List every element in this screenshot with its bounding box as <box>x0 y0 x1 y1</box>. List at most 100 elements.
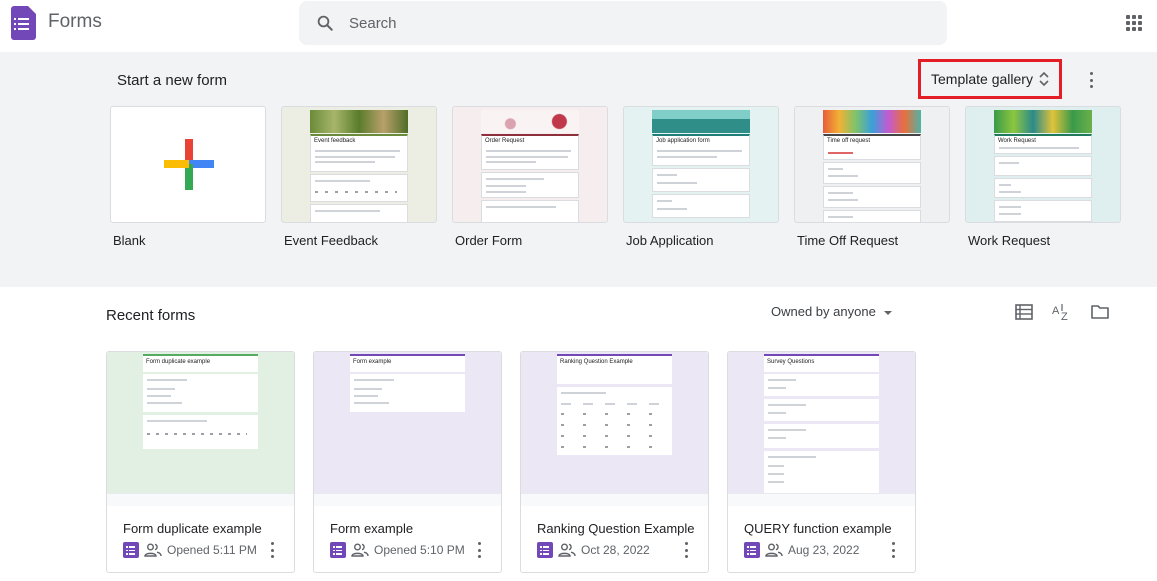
form-preview: Form duplicate example <box>143 354 258 493</box>
template-blank[interactable]: Blank <box>110 106 266 248</box>
form-more-options-icon[interactable] <box>271 542 275 558</box>
template-label: Work Request <box>968 233 1051 248</box>
list-view-icon[interactable] <box>1014 302 1034 322</box>
unfold-icon <box>1039 71 1049 87</box>
form-meta: Oct 28, 2022 <box>537 541 650 559</box>
form-more-options-icon[interactable] <box>478 542 482 558</box>
template-thumbnail[interactable]: Work Request <box>965 106 1121 223</box>
template-label: Blank <box>113 233 146 248</box>
thumbnail-footer <box>314 493 501 506</box>
last-opened: Aug 23, 2022 <box>788 543 860 557</box>
preview-question <box>143 374 258 412</box>
form-thumbnail[interactable]: Survey Questions <box>728 352 915 495</box>
shared-people-icon <box>144 543 162 557</box>
form-meta: Opened 5:11 PM <box>123 541 257 559</box>
form-title: QUERY function example <box>744 521 892 536</box>
recent-forms-heading: Recent forms <box>106 307 196 324</box>
banner-image <box>481 110 579 133</box>
preview-question <box>481 200 579 222</box>
preview-title: Event feedback <box>314 138 356 144</box>
recent-form-card[interactable]: Survey Questions QUERY function example <box>727 351 916 573</box>
preview-question <box>764 374 879 396</box>
sort-az-icon[interactable]: A Z <box>1051 302 1073 322</box>
recent-form-card[interactable]: Form example Form example Opened 5:10 PM <box>313 351 502 573</box>
form-title: Form duplicate example <box>123 521 262 536</box>
thumbnail-footer <box>728 493 915 506</box>
form-thumbnail[interactable]: Form example <box>314 352 501 493</box>
preview-question <box>764 399 879 421</box>
shared-people-icon <box>558 543 576 557</box>
preview-title: Job application form <box>656 138 710 144</box>
preview-question <box>652 194 750 218</box>
template-thumbnail[interactable]: Event feedback <box>281 106 437 223</box>
template-more-options-icon[interactable] <box>1090 72 1094 88</box>
preview-title: Work Request <box>998 138 1036 144</box>
forms-icon <box>537 542 553 558</box>
template-gallery-button[interactable]: Template gallery <box>918 59 1062 99</box>
preview-header: Time off request <box>823 134 921 160</box>
forms-icon <box>744 542 760 558</box>
preview-question <box>143 415 258 449</box>
preview-header: Order Request <box>481 134 579 170</box>
template-label: Job Application <box>626 233 714 248</box>
thumbnail-footer <box>107 493 294 506</box>
preview-title: Ranking Question Example <box>557 354 672 384</box>
last-opened: Opened 5:10 PM <box>374 543 465 557</box>
recent-form-card[interactable]: Form duplicate example Form duplicate ex… <box>106 351 295 573</box>
search-bar[interactable] <box>299 1 947 45</box>
form-meta: Aug 23, 2022 <box>744 541 859 559</box>
preview-question <box>310 174 408 202</box>
recent-form-card[interactable]: Ranking Question Example Ranking Questio… <box>520 351 709 573</box>
banner-image <box>310 110 408 133</box>
preview-question <box>481 172 579 198</box>
preview-title: Form example <box>350 354 465 372</box>
owner-filter-label: Owned by anyone <box>771 304 876 319</box>
preview-question <box>310 204 408 222</box>
search-icon[interactable] <box>316 14 334 32</box>
template-time-off-request[interactable]: Time off request Time Off Request <box>794 106 950 248</box>
template-label: Time Off Request <box>797 233 899 248</box>
form-thumbnail[interactable]: Form duplicate example <box>107 352 294 493</box>
preview-question <box>764 424 879 448</box>
banner-image <box>994 110 1092 133</box>
form-more-options-icon[interactable] <box>892 542 896 558</box>
preview-title: Survey Questions <box>764 354 879 372</box>
preview-question <box>823 210 921 222</box>
form-thumbnail[interactable]: Ranking Question Example <box>521 352 708 493</box>
template-event-feedback[interactable]: Event feedback Event Feedback <box>281 106 437 248</box>
form-title: Form example <box>330 521 414 536</box>
preview-question <box>994 200 1092 222</box>
google-apps-icon[interactable] <box>1126 15 1142 31</box>
svg-text:Z: Z <box>1061 311 1068 322</box>
owner-filter-dropdown[interactable]: Owned by anyone <box>771 304 892 319</box>
start-new-form-heading: Start a new form <box>117 72 228 89</box>
form-preview: Survey Questions <box>764 354 879 495</box>
svg-text:A: A <box>1052 305 1060 317</box>
form-more-options-icon[interactable] <box>685 542 689 558</box>
preview-question <box>823 162 921 184</box>
folder-icon[interactable] <box>1090 302 1110 322</box>
banner-image <box>652 110 750 133</box>
template-thumbnail[interactable]: Order Request <box>452 106 608 223</box>
template-job-application[interactable]: Job application form Job Application <box>623 106 779 248</box>
forms-icon <box>123 542 139 558</box>
template-thumbnail[interactable]: Job application form <box>623 106 779 223</box>
template-label: Event Feedback <box>284 233 378 248</box>
preview-header: Event feedback <box>310 134 408 172</box>
forms-icon <box>330 542 346 558</box>
form-meta: Opened 5:10 PM <box>330 541 465 559</box>
template-work-request[interactable]: Work Request Work Request <box>965 106 1121 248</box>
app-title[interactable]: Forms <box>48 11 102 33</box>
preview-question <box>994 178 1092 198</box>
shared-people-icon <box>351 543 369 557</box>
search-input[interactable] <box>349 1 929 45</box>
template-thumbnail[interactable] <box>110 106 266 223</box>
preview-question <box>350 374 465 412</box>
google-forms-logo[interactable] <box>11 6 36 40</box>
dropdown-arrow-icon <box>883 310 892 315</box>
template-order-form[interactable]: Order Request Order Form <box>452 106 608 248</box>
top-bar: Forms <box>0 0 1157 52</box>
preview-question <box>823 186 921 208</box>
template-thumbnail[interactable]: Time off request <box>794 106 950 223</box>
preview-question <box>994 156 1092 176</box>
